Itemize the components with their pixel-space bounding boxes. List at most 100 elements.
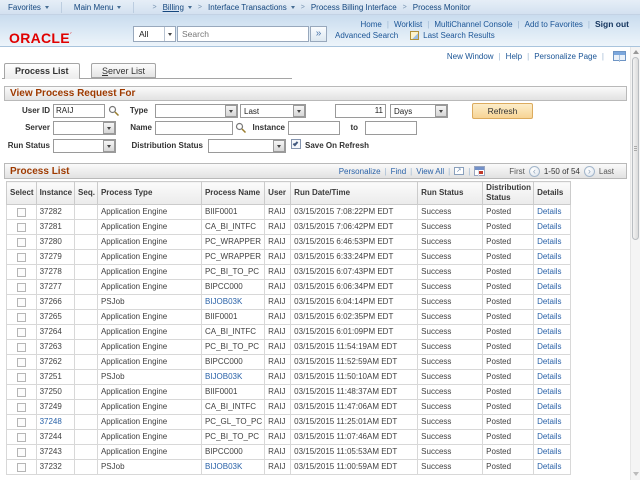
row-select-checkbox[interactable] <box>17 283 26 292</box>
pager-next-icon[interactable]: › <box>584 166 595 177</box>
details-link[interactable]: Details <box>537 267 561 276</box>
scrollbar-down-arrow[interactable] <box>633 472 639 476</box>
details-link[interactable]: Details <box>537 342 561 351</box>
details-link[interactable]: Details <box>537 462 561 471</box>
process-name-cell[interactable]: BIJOB03K <box>205 372 242 381</box>
save-on-refresh-checkbox[interactable] <box>291 139 301 149</box>
header-link-home[interactable]: Home <box>361 20 382 29</box>
details-link[interactable]: Details <box>537 327 561 336</box>
last-search-results-link[interactable]: Last Search Results <box>423 31 495 40</box>
pagebar-link-personalize-page[interactable]: Personalize Page <box>534 52 597 61</box>
advanced-search-link[interactable]: Advanced Search <box>335 31 398 40</box>
row-select-checkbox[interactable] <box>17 208 26 217</box>
grid-link-view-all[interactable]: View All <box>416 167 444 176</box>
details-link[interactable]: Details <box>537 222 561 231</box>
name-input[interactable] <box>155 121 233 135</box>
tab-process-list[interactable]: Process List <box>4 63 80 79</box>
breadcrumb-item-process-billing-interface[interactable]: Process Billing Interface <box>311 3 397 12</box>
process-name-cell[interactable]: BIJOB03K <box>205 297 242 306</box>
details-link[interactable]: Details <box>537 252 561 261</box>
pager-first[interactable]: First <box>509 167 525 176</box>
details-link[interactable]: Details <box>537 312 561 321</box>
download-grid-icon[interactable] <box>474 166 485 176</box>
pagebar-link-new-window[interactable]: New Window <box>447 52 494 61</box>
details-link[interactable]: Details <box>537 207 561 216</box>
header-link-worklist[interactable]: Worklist <box>394 20 422 29</box>
grid-link-personalize[interactable]: Personalize <box>339 167 381 176</box>
header-link-separator: | <box>427 20 429 29</box>
last-select[interactable]: Last <box>240 104 306 118</box>
search-scope-caret[interactable] <box>164 27 175 41</box>
process-row-37263: 37263Application EnginePC_BI_TO_PCRAIJ03… <box>7 340 571 355</box>
distribution-status-cell: Posted <box>486 357 511 366</box>
row-select-checkbox[interactable] <box>17 358 26 367</box>
pager-last[interactable]: Last <box>599 167 614 176</box>
new-window-grid-icon[interactable] <box>613 51 626 61</box>
row-select-checkbox[interactable] <box>17 238 26 247</box>
details-link[interactable]: Details <box>537 357 561 366</box>
header-link-separator: | <box>387 20 389 29</box>
row-select-checkbox[interactable] <box>17 373 26 382</box>
row-select-checkbox[interactable] <box>17 223 26 232</box>
breadcrumb: FavoritesMain Menu>Billing>Interface Tra… <box>0 0 640 15</box>
details-link[interactable]: Details <box>537 432 561 441</box>
details-link[interactable]: Details <box>537 297 561 306</box>
row-select-checkbox[interactable] <box>17 268 26 277</box>
breadcrumb-item-main-menu[interactable]: Main Menu <box>74 3 122 12</box>
breadcrumb-item-favorites[interactable]: Favorites <box>8 3 49 12</box>
days-count-input[interactable]: 11 <box>335 104 386 118</box>
header-link-multichannel-console[interactable]: MultiChannel Console <box>434 20 512 29</box>
row-select-checkbox[interactable] <box>17 328 26 337</box>
instance-from-input[interactable] <box>288 121 340 135</box>
row-select-checkbox[interactable] <box>17 418 26 427</box>
header-bar: ORACLE´ All Search » Home|Worklist|Multi… <box>0 15 640 47</box>
row-select-checkbox[interactable] <box>17 403 26 412</box>
details-link[interactable]: Details <box>537 417 561 426</box>
process-monitor-page: FavoritesMain Menu>Billing>Interface Tra… <box>0 0 640 480</box>
row-select-checkbox[interactable] <box>17 448 26 457</box>
tab-server-list[interactable]: Server List <box>91 63 156 78</box>
search-input[interactable]: Search <box>177 26 309 42</box>
pager-prev-icon[interactable]: ‹ <box>529 166 540 177</box>
run-status-cell: Success <box>421 267 451 276</box>
type-select[interactable] <box>155 104 238 118</box>
process-name-cell[interactable]: BIJOB03K <box>205 462 242 471</box>
scrollbar-thumb[interactable] <box>632 57 639 240</box>
menu-caret-icon <box>45 6 49 9</box>
row-select-checkbox[interactable] <box>17 463 26 472</box>
breadcrumb-item-process-monitor[interactable]: Process Monitor <box>413 3 471 12</box>
details-link[interactable]: Details <box>537 402 561 411</box>
scrollbar-up-arrow[interactable] <box>633 50 639 54</box>
details-link[interactable]: Details <box>537 282 561 291</box>
zoom-grid-icon[interactable] <box>454 167 464 175</box>
vertical-scrollbar[interactable] <box>630 47 640 480</box>
row-select-checkbox[interactable] <box>17 313 26 322</box>
details-link[interactable]: Details <box>537 447 561 456</box>
search-scope-select[interactable]: All <box>133 26 176 42</box>
details-link[interactable]: Details <box>537 387 561 396</box>
sign-out-link[interactable]: Sign out <box>595 19 629 29</box>
row-select-checkbox[interactable] <box>17 433 26 442</box>
name-lookup-icon[interactable] <box>235 122 247 134</box>
breadcrumb-item-interface-transactions[interactable]: Interface Transactions <box>208 3 295 12</box>
row-select-checkbox[interactable] <box>17 253 26 262</box>
user-cell: RAIJ <box>268 297 285 306</box>
instance-cell[interactable]: 37248 <box>40 417 62 426</box>
details-link[interactable]: Details <box>537 237 561 246</box>
run-datetime-cell: 03/15/2015 6:46:53PM EDT <box>294 237 393 246</box>
details-link[interactable]: Details <box>537 372 561 381</box>
row-select-checkbox[interactable] <box>17 343 26 352</box>
pagebar-link-help[interactable]: Help <box>506 52 522 61</box>
days-unit-select[interactable]: Days <box>390 104 448 118</box>
grid-link-find[interactable]: Find <box>391 167 407 176</box>
breadcrumb-item-billing[interactable]: Billing <box>163 3 192 12</box>
instance-to-input[interactable] <box>365 121 417 135</box>
distribution-status-select[interactable] <box>208 139 286 153</box>
header-link-add-to-favorites[interactable]: Add to Favorites <box>525 20 583 29</box>
refresh-button[interactable]: Refresh <box>472 103 533 119</box>
row-select-checkbox[interactable] <box>17 298 26 307</box>
process-name-cell: BIPCC000 <box>205 282 243 291</box>
search-go-button[interactable]: » <box>310 26 327 42</box>
row-select-checkbox[interactable] <box>17 388 26 397</box>
pager-range: 1-50 of 54 <box>544 167 580 176</box>
